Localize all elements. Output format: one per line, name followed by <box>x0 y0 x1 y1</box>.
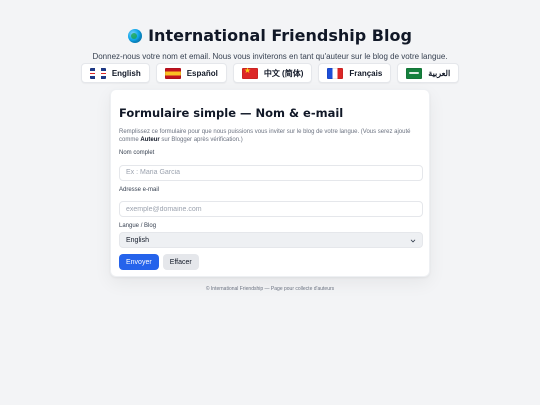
page-title-text: International Friendship Blog <box>148 26 412 45</box>
submit-button[interactable]: Envoyer <box>119 254 159 270</box>
name-input[interactable] <box>119 164 423 181</box>
lang-label-chinese: 中文 (简体) <box>263 68 304 78</box>
spain-flag-icon <box>164 67 181 79</box>
france-flag-icon <box>327 67 344 79</box>
lang-label-french: Français <box>349 68 383 78</box>
language-select-value: English <box>126 236 149 244</box>
saudi-flag-icon <box>406 67 423 79</box>
lang-button-french[interactable]: Français <box>318 63 392 83</box>
language-select-wrapper: English <box>119 232 423 248</box>
lang-label-arabic: العربية <box>428 68 451 78</box>
form-actions: Envoyer Effacer <box>119 254 421 270</box>
uk-flag-icon <box>89 67 106 79</box>
name-label: Nom complet <box>119 150 155 156</box>
lang-button-chinese[interactable]: 中文 (简体) <box>232 63 313 83</box>
form-card: Formulaire simple — Nom & e-mail Remplis… <box>110 89 430 277</box>
page-title: International Friendship Blog <box>128 26 412 45</box>
form-title: Formulaire simple — Nom & e-mail <box>119 106 344 120</box>
clear-button[interactable]: Effacer <box>162 254 199 270</box>
lang-button-spanish[interactable]: Español <box>155 63 227 83</box>
lang-button-english[interactable]: English <box>80 63 150 83</box>
lang-label-english: English <box>111 68 141 78</box>
page: International Friendship Blog Donnez-nou… <box>0 0 540 405</box>
form-description-role: Auteur <box>140 137 160 143</box>
language-select[interactable]: English <box>119 232 423 248</box>
form-description: Remplissez ce formulaire pour que nous p… <box>119 128 427 144</box>
email-input[interactable] <box>119 201 423 217</box>
lang-label-spanish: Español <box>186 68 218 78</box>
language-select-label: Langue / Blog <box>119 223 157 229</box>
language-bar: English Español 中文 (简体) Français العربية <box>0 63 540 83</box>
footer: © International Friendship — Page pour c… <box>205 286 335 292</box>
lang-button-arabic[interactable]: العربية <box>397 63 460 83</box>
email-label: Adresse e-mail <box>119 186 160 193</box>
china-flag-icon <box>241 67 258 79</box>
uk-flag-cross-horizontal <box>89 72 106 74</box>
globe-icon <box>128 28 143 43</box>
uk-flag-cross-vertical <box>96 67 99 79</box>
form-description-suffix: sur Blogger après vérification.) <box>159 137 243 143</box>
page-subtitle: Donnez-nous votre nom et email. Nous vou… <box>92 51 448 61</box>
header: International Friendship Blog Donnez-nou… <box>0 26 540 61</box>
